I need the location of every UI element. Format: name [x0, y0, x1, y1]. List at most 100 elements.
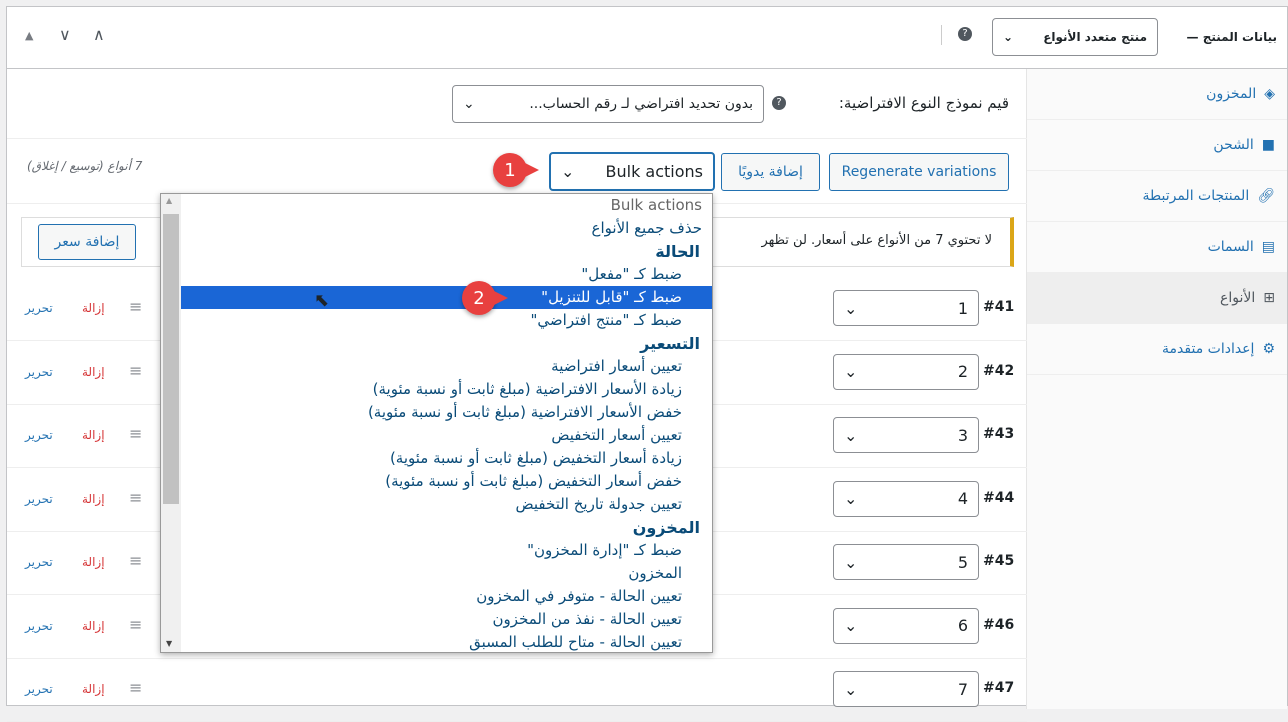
chevron-down-icon: ⌄: [463, 96, 475, 112]
dropdown-option[interactable]: ضبط كـ "مفعل": [181, 263, 712, 286]
move-up-icon[interactable]: ▲: [25, 29, 33, 42]
dropdown-option[interactable]: Bulk actions: [181, 194, 712, 217]
mouse-cursor-icon: ⬉: [314, 290, 330, 311]
tab-label: الشحن: [1213, 137, 1254, 153]
notice-text: لا تحتوي 7 من الأنواع على أسعار. لن تظهر: [761, 233, 992, 248]
dropdown-option[interactable]: تعيين الحالة - متوفر في المخزون: [181, 585, 712, 608]
chevron-down-icon: ⌄: [844, 552, 858, 572]
edit-link[interactable]: تحرير: [25, 492, 53, 506]
dropdown-option[interactable]: خفض أسعار التخفيض (مبلغ ثابت أو نسبة مئو…: [181, 470, 712, 493]
chevron-down-icon: ⌄: [561, 162, 575, 181]
dropdown-option[interactable]: تعيين أسعار افتراضية: [181, 355, 712, 378]
remove-link[interactable]: إزالة: [82, 492, 105, 506]
list-icon: ▤: [1261, 239, 1275, 255]
step-badge-1: 1: [493, 153, 539, 187]
variation-value: 7: [957, 679, 968, 699]
drag-handle-icon[interactable]: ≡: [129, 297, 142, 316]
drag-handle-icon[interactable]: ≡: [129, 615, 142, 634]
divider: [7, 138, 1027, 139]
remove-link[interactable]: إزالة: [82, 365, 105, 379]
dropdown-option[interactable]: ضبط كـ "إدارة المخزون": [181, 539, 712, 562]
variation-id: #46: [983, 616, 1015, 633]
variation-attribute-select[interactable]: 4 ⌄: [833, 480, 979, 517]
tab-label: الأنواع: [1220, 290, 1256, 306]
variation-attribute-select[interactable]: 6 ⌄: [833, 607, 979, 644]
product-data-tabs: المخزون ◈ الشحن ■ المنتجات المرتبطة 🔗︎ السم…: [1026, 69, 1287, 709]
dropdown-option[interactable]: تعيين الحالة - متاح للطلب المسبق: [181, 631, 712, 652]
variation-attribute-select[interactable]: 5 ⌄: [833, 544, 979, 580]
dropdown-option[interactable]: تعيين جدولة تاريخ التخفيض: [181, 493, 712, 516]
variation-attribute-select[interactable]: 3 ⌄: [833, 417, 979, 453]
drag-handle-icon[interactable]: ≡: [129, 361, 142, 380]
bulk-actions-value: Bulk actions: [605, 162, 704, 181]
step-badge-2: 2: [462, 281, 508, 315]
variation-id: #43: [983, 426, 1015, 442]
help-icon[interactable]: ?: [958, 27, 972, 41]
tab-advanced[interactable]: إعدادات متقدمة ⚙: [1027, 324, 1287, 375]
chevron-up-icon[interactable]: ∧: [93, 25, 105, 44]
chevron-down-icon: ⌄: [844, 425, 858, 445]
scroll-up-icon[interactable]: ▲: [166, 196, 172, 205]
product-type-select[interactable]: منتج متعدد الأنواع ⌄: [992, 18, 1158, 56]
variation-attribute-select[interactable]: 1 ⌄: [833, 290, 979, 326]
tab-shipping[interactable]: الشحن ■: [1027, 120, 1287, 171]
edit-link[interactable]: تحرير: [25, 555, 53, 569]
variation-attribute-select[interactable]: 2 ⌄: [833, 353, 979, 390]
variation-id: #47: [983, 680, 1015, 696]
variation-value: 4: [957, 489, 968, 508]
gear-icon: ⚙: [1262, 341, 1275, 357]
remove-link[interactable]: إزالة: [82, 682, 105, 696]
link-icon: 🔗︎: [1257, 188, 1275, 204]
edit-link[interactable]: تحرير: [25, 365, 53, 379]
tab-attributes[interactable]: السمات ▤: [1027, 222, 1287, 273]
variation-value: 1: [957, 298, 968, 318]
add-manually-button[interactable]: إضافة يدويًا: [721, 153, 820, 191]
remove-link[interactable]: إزالة: [82, 619, 105, 633]
dropdown-option[interactable]: ضبط كـ "قابل للتنزيل": [181, 286, 712, 309]
edit-link[interactable]: تحرير: [25, 619, 53, 633]
scrollbar-thumb[interactable]: [163, 214, 179, 504]
tag-icon: ◈: [1264, 86, 1275, 102]
variation-value: 3: [957, 425, 968, 445]
tab-variations[interactable]: الأنواع ⊞: [1027, 273, 1287, 324]
option-group-label: التسعير: [640, 334, 700, 353]
tab-linked-products[interactable]: المنتجات المرتبطة 🔗︎: [1027, 171, 1287, 222]
scroll-down-icon[interactable]: ▼: [166, 639, 172, 648]
bulk-actions-dropdown[interactable]: ▲ ▼ Bulk actions حذف جميع الأنواع الحالة ضب…: [160, 193, 713, 653]
default-attribute-select[interactable]: بدون تحديد افتراضي لـ رقم الحساب... ⌄: [452, 85, 764, 123]
drag-handle-icon[interactable]: ≡: [129, 488, 142, 507]
variation-row[interactable]: تحرير إزالة ≡ 7 ⌄ #47: [7, 658, 1027, 722]
scrollbar[interactable]: ▲ ▼: [161, 194, 181, 652]
dropdown-option[interactable]: تعيين الحالة - نفذ من المخزون: [181, 608, 712, 631]
chevron-down-icon: ⌄: [844, 298, 858, 318]
grid-icon: ⊞: [1263, 290, 1275, 306]
dropdown-option[interactable]: ضبط كـ "منتج افتراضي": [181, 309, 712, 332]
edit-link[interactable]: تحرير: [25, 301, 53, 315]
tab-inventory[interactable]: المخزون ◈: [1027, 69, 1287, 120]
truck-icon: ■: [1261, 137, 1275, 153]
dropdown-option[interactable]: زيادة أسعار التخفيض (مبلغ ثابت أو نسبة م…: [181, 447, 712, 470]
chevron-down-icon[interactable]: ∨: [59, 25, 71, 44]
dropdown-option[interactable]: المخزون: [181, 562, 712, 585]
variation-id: #41: [983, 299, 1015, 315]
dropdown-option[interactable]: تعيين أسعار التخفيض: [181, 424, 712, 447]
variation-attribute-select[interactable]: 7 ⌄: [833, 671, 979, 707]
variation-id: #42: [983, 362, 1015, 379]
regenerate-variations-button[interactable]: Regenerate variations: [829, 153, 1009, 191]
dropdown-option[interactable]: حذف جميع الأنواع: [181, 217, 712, 240]
bulk-actions-select[interactable]: Bulk actions ⌄: [549, 152, 715, 191]
help-icon[interactable]: ?: [772, 96, 786, 110]
remove-link[interactable]: إزالة: [82, 301, 105, 315]
dropdown-option[interactable]: زيادة الأسعار الافتراضية (مبلغ ثابت أو ن…: [181, 378, 712, 401]
variations-count[interactable]: 7 أنواع (توسيع / إغلاق): [27, 159, 142, 173]
drag-handle-icon[interactable]: ≡: [129, 424, 142, 443]
remove-link[interactable]: إزالة: [82, 428, 105, 442]
drag-handle-icon[interactable]: ≡: [129, 551, 142, 570]
add-price-button[interactable]: إضافة سعر: [38, 224, 136, 260]
edit-link[interactable]: تحرير: [25, 682, 53, 696]
edit-link[interactable]: تحرير: [25, 428, 53, 442]
variation-id: #44: [983, 489, 1015, 506]
chevron-down-icon: ⌄: [844, 616, 858, 635]
dropdown-option[interactable]: خفض الأسعار الافتراضية (مبلغ ثابت أو نسب…: [181, 401, 712, 424]
remove-link[interactable]: إزالة: [82, 555, 105, 569]
